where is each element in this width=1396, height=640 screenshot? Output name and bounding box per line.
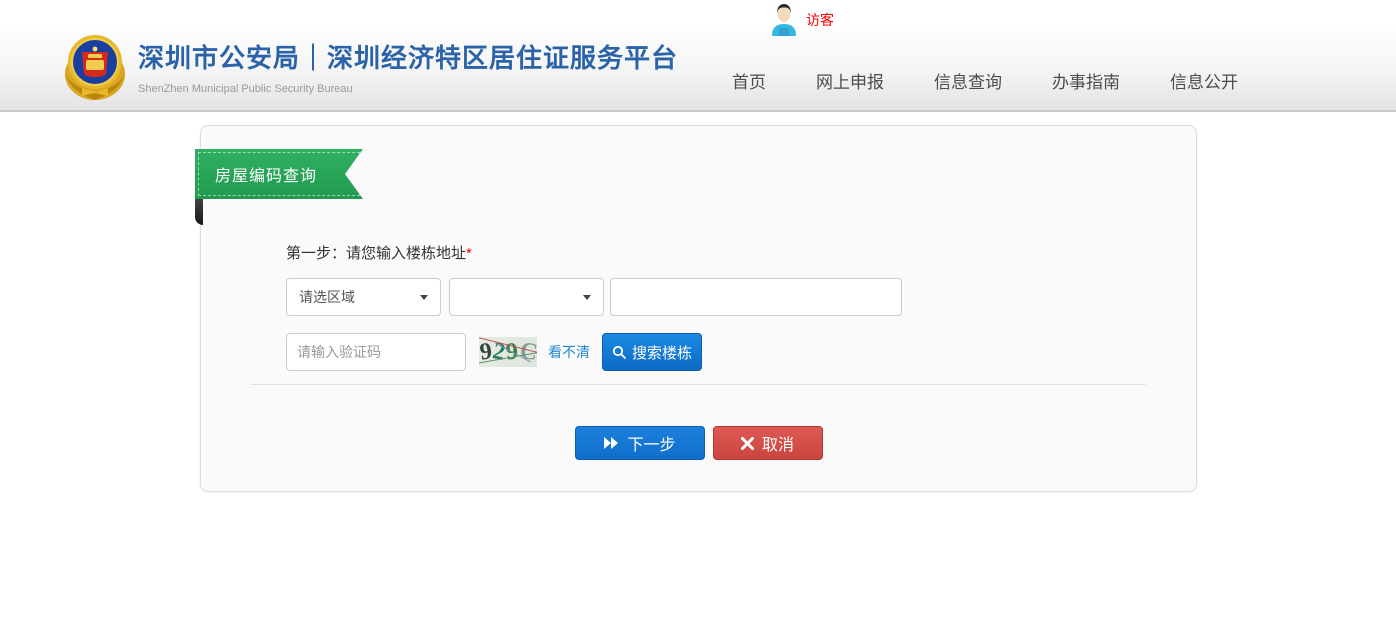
house-code-query-panel: 房屋编码查询 第一步：请您输入楼栋地址* 请选区域 9 2 9 C: [200, 125, 1197, 492]
close-icon: [741, 437, 754, 450]
police-badge-icon: [62, 30, 128, 102]
main-nav: 首页 网上申报 信息查询 办事指南 信息公开: [732, 68, 1238, 93]
region-select-value: 请选区域: [299, 287, 355, 307]
address-form-row: 请选区域: [286, 278, 902, 316]
double-arrow-icon: [603, 437, 619, 449]
step-text: 第一步：请您输入楼栋地址: [286, 245, 466, 262]
chevron-down-icon: [583, 295, 591, 300]
nav-item-info-query[interactable]: 信息查询: [934, 68, 1002, 93]
nav-item-service-guide[interactable]: 办事指南: [1052, 68, 1120, 93]
captcha-refresh-link[interactable]: 看不清: [548, 342, 590, 362]
step-label: 第一步：请您输入楼栋地址*: [286, 242, 472, 263]
search-icon: [612, 345, 626, 359]
logo-text: 深圳市公安局｜深圳经济特区居住证服务平台 ShenZhen Municipal …: [138, 30, 678, 102]
region-select[interactable]: 请选区域: [286, 278, 441, 316]
captcha-image[interactable]: 9 2 9 C: [479, 337, 537, 367]
nav-item-info-public[interactable]: 信息公开: [1170, 68, 1238, 93]
search-button-label: 搜索楼栋: [632, 342, 692, 363]
search-building-button[interactable]: 搜索楼栋: [602, 333, 702, 371]
next-button-label: 下一步: [627, 431, 675, 455]
cancel-button-label: 取消: [762, 431, 794, 455]
action-buttons: 下一步 取消: [201, 426, 1196, 460]
next-step-button[interactable]: 下一步: [575, 426, 705, 460]
chevron-down-icon: [420, 295, 428, 300]
cancel-button[interactable]: 取消: [713, 426, 823, 460]
site-subtitle: ShenZhen Municipal Public Security Burea…: [138, 83, 678, 95]
nav-item-home[interactable]: 首页: [732, 68, 766, 93]
header: 深圳市公安局｜深圳经济特区居住证服务平台 ShenZhen Municipal …: [0, 25, 1396, 112]
captcha-form-row: 9 2 9 C 看不清 搜索楼栋: [286, 333, 702, 371]
divider: [251, 384, 1146, 385]
site-title: 深圳市公安局｜深圳经济特区居住证服务平台: [138, 38, 678, 75]
logo: 深圳市公安局｜深圳经济特区居住证服务平台 ShenZhen Municipal …: [62, 30, 678, 102]
required-asterisk: *: [466, 245, 472, 262]
page: 访客 深圳市公安局｜深圳经济特区居住证服务平台 ShenZhen Municip…: [0, 0, 1396, 640]
nav-item-online-declare[interactable]: 网上申报: [816, 68, 884, 93]
building-address-input[interactable]: [610, 278, 902, 316]
visitor-avatar-icon[interactable]: [768, 2, 800, 36]
panel-title: 房屋编码查询: [195, 162, 317, 186]
captcha-input[interactable]: [286, 333, 466, 371]
visitor-area: 访客: [768, 2, 834, 36]
visitor-label[interactable]: 访客: [806, 10, 834, 30]
street-select[interactable]: [449, 278, 604, 316]
panel-title-ribbon: 房屋编码查询: [195, 149, 363, 199]
